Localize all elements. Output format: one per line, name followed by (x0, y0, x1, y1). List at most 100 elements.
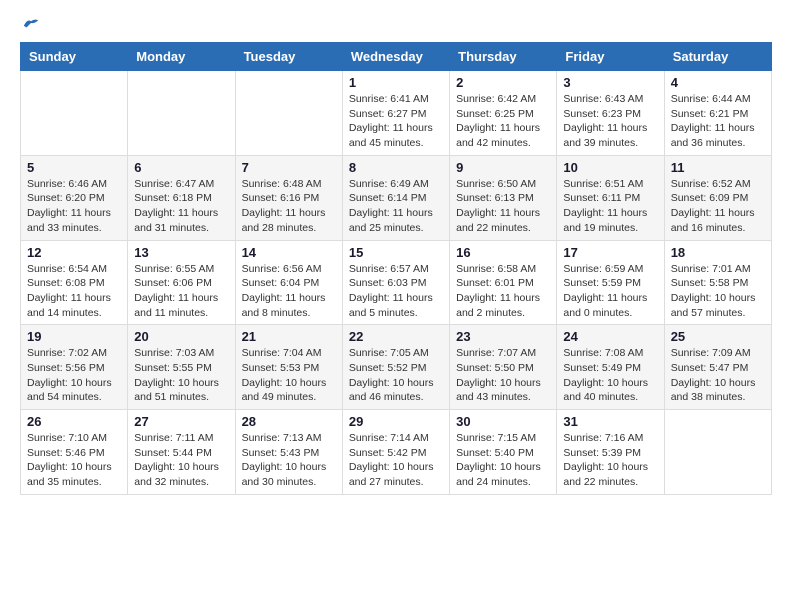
day-cell: 20Sunrise: 7:03 AM Sunset: 5:55 PM Dayli… (128, 325, 235, 410)
day-cell: 28 Sunrise: 7:13 AM Sunset: 5:43 PM Dayli… (235, 410, 342, 495)
day-cell: 26 Sunrise: 7:10 AM Sunset: 5:46 PM Dayli… (21, 410, 128, 495)
day-number: 20 (134, 329, 228, 344)
logo-bird-icon (22, 16, 40, 30)
day-info: Sunrise: 7:13 AM Sunset: 5:43 PM Dayligh… (242, 431, 336, 490)
day-cell: 5Sunrise: 6:46 AM Sunset: 6:20 PM Daylig… (21, 155, 128, 240)
day-cell: 17Sunrise: 6:59 AM Sunset: 5:59 PM Dayli… (557, 240, 664, 325)
day-info: Sunrise: 6:43 AM Sunset: 6:23 PM Dayligh… (563, 92, 657, 151)
day-info: Sunrise: 6:51 AM Sunset: 6:11 PM Dayligh… (563, 177, 657, 236)
day-cell: 31 Sunrise: 7:16 AM Sunset: 5:39 PM Dayli… (557, 410, 664, 495)
day-info: Sunrise: 7:15 AM Sunset: 5:40 PM Dayligh… (456, 431, 550, 490)
day-number: 9 (456, 160, 550, 175)
day-number: 11 (671, 160, 765, 175)
week-row-1: 5Sunrise: 6:46 AM Sunset: 6:20 PM Daylig… (21, 155, 772, 240)
day-number: 1 (349, 75, 443, 90)
day-number: 21 (242, 329, 336, 344)
day-info: Sunrise: 7:10 AM Sunset: 5:46 PM Dayligh… (27, 431, 121, 490)
day-info: Sunrise: 7:07 AM Sunset: 5:50 PM Dayligh… (456, 346, 550, 405)
day-number: 24 (563, 329, 657, 344)
day-info: Sunrise: 6:54 AM Sunset: 6:08 PM Dayligh… (27, 262, 121, 321)
day-number: 10 (563, 160, 657, 175)
day-cell: 24 Sunrise: 7:08 AM Sunset: 5:49 PM Dayli… (557, 325, 664, 410)
day-info: Sunrise: 6:50 AM Sunset: 6:13 PM Dayligh… (456, 177, 550, 236)
day-number: 13 (134, 245, 228, 260)
day-number: 25 (671, 329, 765, 344)
week-row-4: 26 Sunrise: 7:10 AM Sunset: 5:46 PM Dayli… (21, 410, 772, 495)
day-number: 3 (563, 75, 657, 90)
day-info: Sunrise: 6:55 AM Sunset: 6:06 PM Dayligh… (134, 262, 228, 321)
day-cell: 27 Sunrise: 7:11 AM Sunset: 5:44 PM Dayli… (128, 410, 235, 495)
day-cell: 2 Sunrise: 6:42 AM Sunset: 6:25 PM Daylig… (450, 71, 557, 156)
day-cell: 29 Sunrise: 7:14 AM Sunset: 5:42 PM Dayli… (342, 410, 449, 495)
day-info: Sunrise: 7:08 AM Sunset: 5:49 PM Dayligh… (563, 346, 657, 405)
day-cell: 10 Sunrise: 6:51 AM Sunset: 6:11 PM Dayli… (557, 155, 664, 240)
day-cell: 7Sunrise: 6:48 AM Sunset: 6:16 PM Daylig… (235, 155, 342, 240)
day-info: Sunrise: 6:44 AM Sunset: 6:21 PM Dayligh… (671, 92, 765, 151)
day-number: 15 (349, 245, 443, 260)
day-info: Sunrise: 6:42 AM Sunset: 6:25 PM Dayligh… (456, 92, 550, 151)
day-cell: 21 Sunrise: 7:04 AM Sunset: 5:53 PM Dayli… (235, 325, 342, 410)
header-cell-sunday: Sunday (21, 43, 128, 71)
week-row-0: 1 Sunrise: 6:41 AM Sunset: 6:27 PM Daylig… (21, 71, 772, 156)
day-info: Sunrise: 6:49 AM Sunset: 6:14 PM Dayligh… (349, 177, 443, 236)
day-number: 14 (242, 245, 336, 260)
day-cell: 23 Sunrise: 7:07 AM Sunset: 5:50 PM Dayli… (450, 325, 557, 410)
day-cell: 30 Sunrise: 7:15 AM Sunset: 5:40 PM Dayli… (450, 410, 557, 495)
week-row-2: 12 Sunrise: 6:54 AM Sunset: 6:08 PM Dayli… (21, 240, 772, 325)
day-cell (128, 71, 235, 156)
day-number: 6 (134, 160, 228, 175)
day-number: 22 (349, 329, 443, 344)
day-cell: 14 Sunrise: 6:56 AM Sunset: 6:04 PM Dayli… (235, 240, 342, 325)
day-number: 26 (27, 414, 121, 429)
day-info: Sunrise: 7:14 AM Sunset: 5:42 PM Dayligh… (349, 431, 443, 490)
header-cell-thursday: Thursday (450, 43, 557, 71)
day-info: Sunrise: 6:58 AM Sunset: 6:01 PM Dayligh… (456, 262, 550, 321)
day-cell: 25 Sunrise: 7:09 AM Sunset: 5:47 PM Dayli… (664, 325, 771, 410)
day-cell: 16 Sunrise: 6:58 AM Sunset: 6:01 PM Dayli… (450, 240, 557, 325)
day-cell: 8 Sunrise: 6:49 AM Sunset: 6:14 PM Daylig… (342, 155, 449, 240)
day-number: 12 (27, 245, 121, 260)
day-number: 27 (134, 414, 228, 429)
day-info: Sunrise: 7:02 AM Sunset: 5:56 PM Dayligh… (27, 346, 121, 405)
day-number: 29 (349, 414, 443, 429)
day-info: Sunrise: 6:47 AM Sunset: 6:18 PM Dayligh… (134, 177, 228, 236)
calendar-table: SundayMondayTuesdayWednesdayThursdayFrid… (20, 42, 772, 495)
header (20, 16, 772, 30)
day-number: 16 (456, 245, 550, 260)
day-info: Sunrise: 6:56 AM Sunset: 6:04 PM Dayligh… (242, 262, 336, 321)
day-cell: 15 Sunrise: 6:57 AM Sunset: 6:03 PM Dayli… (342, 240, 449, 325)
day-cell: 4Sunrise: 6:44 AM Sunset: 6:21 PM Daylig… (664, 71, 771, 156)
day-number: 5 (27, 160, 121, 175)
day-info: Sunrise: 6:57 AM Sunset: 6:03 PM Dayligh… (349, 262, 443, 321)
header-cell-monday: Monday (128, 43, 235, 71)
day-number: 28 (242, 414, 336, 429)
week-row-3: 19Sunrise: 7:02 AM Sunset: 5:56 PM Dayli… (21, 325, 772, 410)
day-cell: 6 Sunrise: 6:47 AM Sunset: 6:18 PM Daylig… (128, 155, 235, 240)
day-number: 23 (456, 329, 550, 344)
day-cell: 1 Sunrise: 6:41 AM Sunset: 6:27 PM Daylig… (342, 71, 449, 156)
day-number: 7 (242, 160, 336, 175)
day-number: 30 (456, 414, 550, 429)
header-cell-tuesday: Tuesday (235, 43, 342, 71)
day-info: Sunrise: 7:01 AM Sunset: 5:58 PM Dayligh… (671, 262, 765, 321)
day-info: Sunrise: 7:04 AM Sunset: 5:53 PM Dayligh… (242, 346, 336, 405)
day-cell: 12 Sunrise: 6:54 AM Sunset: 6:08 PM Dayli… (21, 240, 128, 325)
day-cell (235, 71, 342, 156)
day-info: Sunrise: 7:11 AM Sunset: 5:44 PM Dayligh… (134, 431, 228, 490)
header-row: SundayMondayTuesdayWednesdayThursdayFrid… (21, 43, 772, 71)
day-number: 8 (349, 160, 443, 175)
day-cell: 11Sunrise: 6:52 AM Sunset: 6:09 PM Dayli… (664, 155, 771, 240)
day-cell (664, 410, 771, 495)
header-cell-friday: Friday (557, 43, 664, 71)
day-info: Sunrise: 6:41 AM Sunset: 6:27 PM Dayligh… (349, 92, 443, 151)
day-info: Sunrise: 6:59 AM Sunset: 5:59 PM Dayligh… (563, 262, 657, 321)
day-cell: 9 Sunrise: 6:50 AM Sunset: 6:13 PM Daylig… (450, 155, 557, 240)
day-cell (21, 71, 128, 156)
day-info: Sunrise: 7:09 AM Sunset: 5:47 PM Dayligh… (671, 346, 765, 405)
day-info: Sunrise: 7:16 AM Sunset: 5:39 PM Dayligh… (563, 431, 657, 490)
header-cell-wednesday: Wednesday (342, 43, 449, 71)
page: SundayMondayTuesdayWednesdayThursdayFrid… (0, 0, 792, 515)
header-cell-saturday: Saturday (664, 43, 771, 71)
day-number: 31 (563, 414, 657, 429)
day-number: 2 (456, 75, 550, 90)
